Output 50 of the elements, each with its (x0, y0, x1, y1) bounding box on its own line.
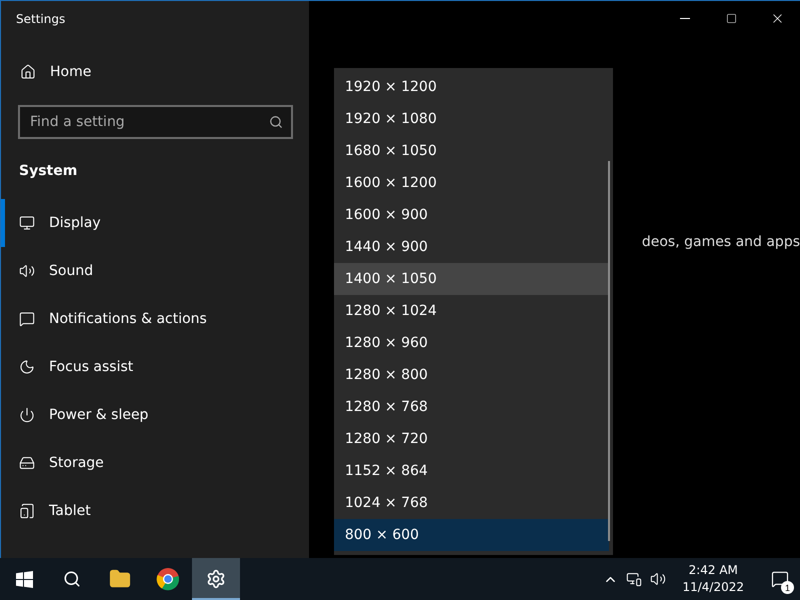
dropdown-option[interactable]: 800 × 600 (334, 519, 609, 551)
message-icon (19, 311, 35, 327)
network-icon[interactable] (626, 571, 642, 587)
speaker-icon (19, 263, 35, 279)
dropdown-option[interactable]: 1920 × 1080 (334, 103, 609, 135)
drive-icon (19, 455, 35, 471)
description-text: deos, games and apps (642, 234, 800, 250)
search-icon (63, 570, 81, 588)
clock-time: 2:42 AM (688, 562, 738, 579)
monitor-icon (19, 215, 35, 231)
volume-icon[interactable] (650, 571, 666, 587)
dropdown-option[interactable]: 1152 × 864 (334, 455, 609, 487)
dropdown-option[interactable]: 1600 × 900 (334, 199, 609, 231)
nav-item[interactable]: Display (1, 199, 309, 247)
dropdown-option[interactable]: 1280 × 768 (334, 391, 609, 423)
window-title: Settings (15, 11, 66, 28)
dropdown-option[interactable]: 1024 × 768 (334, 487, 609, 519)
maximize-icon (726, 12, 736, 24)
dropdown-option[interactable]: 1920 × 1200 (334, 71, 609, 103)
clock-date: 11/4/2022 (682, 579, 744, 596)
home-link[interactable]: Home (50, 64, 92, 80)
folder-icon (109, 568, 131, 590)
taskbar-button[interactable] (192, 558, 240, 600)
dropdown-option[interactable]: 1280 × 1024 (334, 295, 609, 327)
dropdown-option[interactable]: 1400 × 1050 (334, 263, 609, 295)
nav-item[interactable]: Storage (1, 439, 309, 487)
home-icon (20, 64, 36, 80)
tablet-icon (19, 503, 35, 519)
dropdown-option[interactable]: 1280 × 960 (334, 327, 609, 359)
scrollbar[interactable] (608, 161, 610, 541)
dropdown-option[interactable]: 1280 × 800 (334, 359, 609, 391)
section-heading: System (18, 162, 78, 181)
power-icon (19, 407, 35, 423)
nav-item[interactable]: Notifications & actions (1, 295, 309, 343)
nav-item[interactable]: Power & sleep (1, 391, 309, 439)
browser-icon (156, 567, 180, 591)
windows-icon (16, 570, 32, 588)
search-icon (268, 115, 283, 129)
dropdown-option[interactable]: 1680 × 1050 (334, 135, 609, 167)
search-field[interactable]: Find a setting (18, 105, 293, 139)
nav-item[interactable]: Tablet (1, 487, 309, 535)
dropdown-option[interactable]: 1280 × 720 (334, 423, 609, 455)
notification-button[interactable]: 1 (760, 558, 800, 600)
dropdown-option[interactable]: 1600 × 1200 (334, 167, 609, 199)
settings-icon (206, 569, 226, 589)
notification-badge: 1 (781, 581, 794, 594)
nav-item[interactable]: Focus assist (1, 343, 309, 391)
moon-icon (19, 359, 35, 375)
dropdown-option[interactable]: 1440 × 900 (334, 231, 609, 263)
nav-item[interactable]: Sound (1, 247, 309, 295)
